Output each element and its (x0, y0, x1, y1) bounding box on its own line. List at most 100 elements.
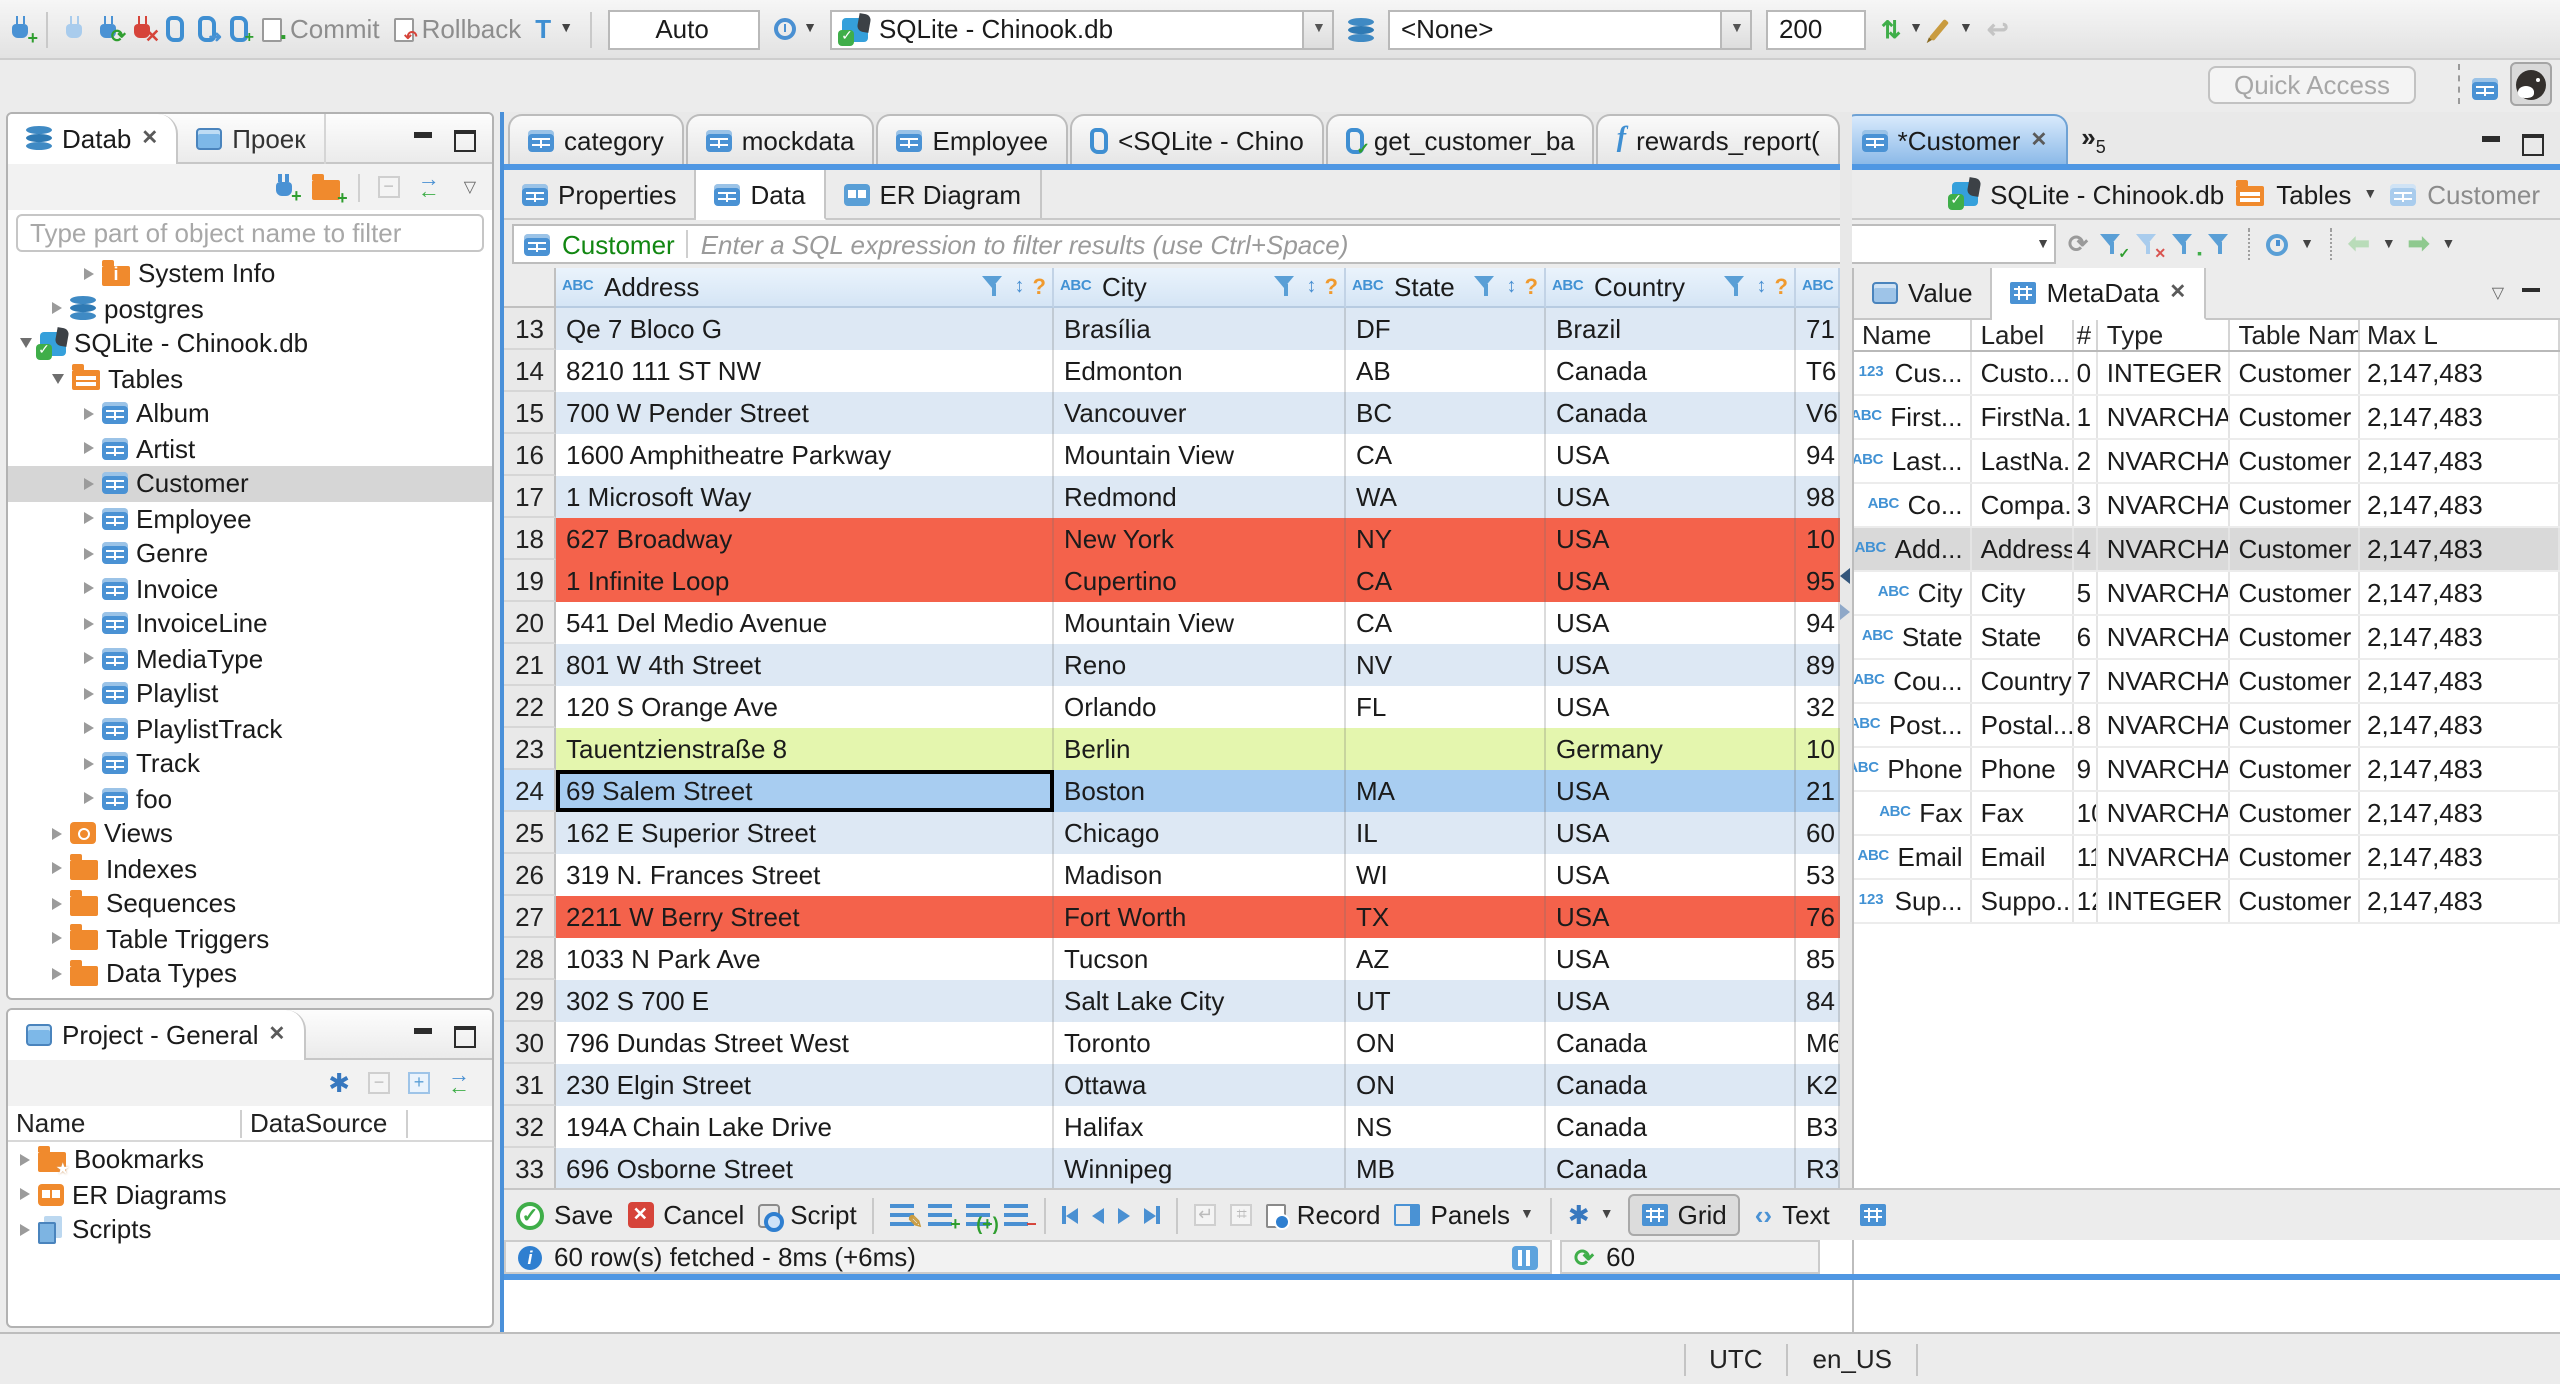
collapse-right-icon[interactable] (1840, 604, 1850, 620)
collapse-arrow-icon[interactable] (20, 338, 32, 349)
new-folder-icon[interactable]: + (311, 173, 348, 207)
row-number[interactable]: 29 (504, 980, 556, 1022)
row-number[interactable]: 33 (504, 1148, 556, 1190)
open-sql-script-icon[interactable]: ➜ (198, 16, 222, 46)
refresh-icon[interactable]: ⟳ (1574, 1243, 1594, 1271)
cell-state[interactable]: AB (1346, 350, 1546, 392)
cell-postal[interactable]: B3 (1796, 1106, 1840, 1148)
chevron-down-icon[interactable]: ▼ (2382, 237, 2396, 251)
editor-tab-get-customer-ba[interactable]: ✓ get_customer_ba (1325, 114, 1595, 164)
expand-arrow-icon[interactable] (84, 792, 94, 805)
cell-address[interactable]: 319 N. Frances Street (556, 854, 1054, 896)
row-number[interactable]: 27 (504, 896, 556, 938)
expand-arrow-icon[interactable] (52, 827, 62, 840)
row-number[interactable]: 16 (504, 434, 556, 476)
maximize-icon[interactable] (452, 1024, 476, 1048)
cell-city[interactable]: Mountain View (1054, 602, 1346, 644)
sort-icon[interactable]: ↕ (1015, 276, 1025, 298)
sort-icon[interactable]: ↕ (1757, 276, 1767, 298)
cell-state[interactable]: DF (1346, 308, 1546, 350)
duplicate-row-icon[interactable]: (+) (966, 1204, 999, 1234)
cell-state[interactable]: WI (1346, 854, 1546, 896)
view-menu-icon[interactable]: ▽ (2492, 284, 2504, 302)
filter-icon[interactable] (982, 276, 1007, 298)
cell-postal[interactable]: 84 (1796, 980, 1840, 1022)
cell-city[interactable]: Tucson (1054, 938, 1346, 980)
metadata-row-city[interactable]: CityCity5NVARCHARCustomer2,147,483 (1854, 572, 2560, 616)
column-header-clipped[interactable] (1796, 268, 1840, 308)
sidebar-item-foo[interactable]: foo (8, 781, 492, 816)
cell-state[interactable]: WA (1346, 476, 1546, 518)
cell-address[interactable]: 1600 Amphitheatre Parkway (556, 434, 1054, 476)
cell-city[interactable]: Edmonton (1054, 350, 1346, 392)
cell-country[interactable]: USA (1546, 854, 1796, 896)
new-connection-icon[interactable]: + (274, 174, 302, 206)
cell-city[interactable]: Berlin (1054, 728, 1346, 770)
cell-address[interactable]: 69 Salem Street (556, 770, 1054, 812)
minimize-icon[interactable] (2520, 283, 2544, 303)
cell-country[interactable]: Germany (1546, 728, 1796, 770)
add-row-icon[interactable]: + (928, 1204, 961, 1234)
cell-state[interactable]: ON (1346, 1064, 1546, 1106)
close-icon[interactable]: ✕ (2030, 129, 2047, 151)
settings-button[interactable]: ✱ ▼ (1568, 1202, 1614, 1228)
expand-arrow-icon[interactable] (84, 512, 94, 525)
cell-country[interactable]: USA (1546, 602, 1796, 644)
cell-postal[interactable]: 98 (1796, 476, 1840, 518)
sidebar-item-track[interactable]: Track (8, 746, 492, 781)
project-item-er-diagrams[interactable]: ER Diagrams (8, 1177, 492, 1212)
sidebar-item-system-info[interactable]: System Info (8, 256, 492, 291)
cell-postal[interactable]: 10 (1796, 518, 1840, 560)
tab-data[interactable]: Data (696, 170, 826, 220)
cell-country[interactable]: USA (1546, 938, 1796, 980)
cell-address[interactable]: 696 Osborne Street (556, 1148, 1054, 1190)
cell-city[interactable]: Salt Lake City (1054, 980, 1346, 1022)
sidebar-item-indexes[interactable]: Indexes (8, 851, 492, 886)
quick-access-input[interactable]: Quick Access (2208, 66, 2416, 104)
filter-icon[interactable] (1724, 276, 1749, 298)
row-number[interactable]: 13 (504, 308, 556, 350)
sidebar-item-employee[interactable]: Employee (8, 501, 492, 536)
filter-history-dropdown-icon[interactable]: ▼ (2036, 237, 2050, 251)
row-number[interactable]: 19 (504, 560, 556, 602)
metadata-row-custo-[interactable]: Cus... Custo...0INTEGERCustomer2,147,483 (1854, 352, 2560, 396)
script-button[interactable]: Script (758, 1200, 857, 1231)
cell-postal[interactable]: 60 (1796, 812, 1840, 854)
record-mode-button[interactable]: Record (1266, 1200, 1381, 1230)
row-number-header[interactable] (504, 268, 556, 308)
column-header-state[interactable]: State ↕? (1346, 268, 1546, 308)
editor-tab-rewards-report-[interactable]: f rewards_report( (1596, 114, 1840, 164)
cell-state[interactable] (1346, 728, 1546, 770)
editor-tab-employee[interactable]: Employee (876, 114, 1069, 164)
cell-country[interactable]: Canada (1546, 1022, 1796, 1064)
cell-city[interactable]: Mountain View (1054, 434, 1346, 476)
column-datasource[interactable]: DataSource (240, 1108, 408, 1138)
breadcrumb-connection[interactable]: SQLite - Chinook.db (1990, 179, 2224, 209)
close-icon[interactable]: ✕ (269, 1023, 286, 1045)
cell-postal[interactable]: 85 (1796, 938, 1840, 980)
disconnect-icon[interactable]: ✕ (132, 16, 160, 46)
maximize-icon[interactable] (2520, 132, 2544, 156)
collapse-all-icon[interactable]: − (377, 176, 400, 198)
expand-arrow-icon[interactable] (84, 477, 94, 490)
cell-country[interactable]: USA (1546, 980, 1796, 1022)
cell-postal[interactable]: 89 (1796, 644, 1840, 686)
cell-state[interactable]: NS (1346, 1106, 1546, 1148)
project-item-bookmarks[interactable]: Bookmarks (8, 1142, 492, 1178)
cell-country[interactable]: Canada (1546, 350, 1796, 392)
sidebar-item-postgres[interactable]: postgres (8, 291, 492, 326)
expand-arrow-icon[interactable] (52, 967, 62, 980)
sql-editor-icon[interactable] (166, 16, 184, 42)
cell-country[interactable]: USA (1546, 476, 1796, 518)
cell-address[interactable]: 1 Microsoft Way (556, 476, 1054, 518)
expand-arrow-icon[interactable] (84, 652, 94, 665)
cell-address[interactable]: 230 Elgin Street (556, 1064, 1054, 1106)
metadata-row-phone[interactable]: PhonePhone9NVARCHARCustomer2,147,483 (1854, 748, 2560, 792)
cell-city[interactable]: Chicago (1054, 812, 1346, 854)
expand-arrow-icon[interactable] (20, 1223, 30, 1236)
sidebar-item-artist[interactable]: Artist (8, 431, 492, 466)
chevron-down-icon[interactable]: ▼ (2300, 237, 2314, 251)
column-header-address[interactable]: Address ↕? (556, 268, 1054, 308)
dbeaver-perspective-button[interactable] (2510, 62, 2552, 107)
tab-project-general[interactable]: Project - General ✕ (8, 1010, 306, 1059)
